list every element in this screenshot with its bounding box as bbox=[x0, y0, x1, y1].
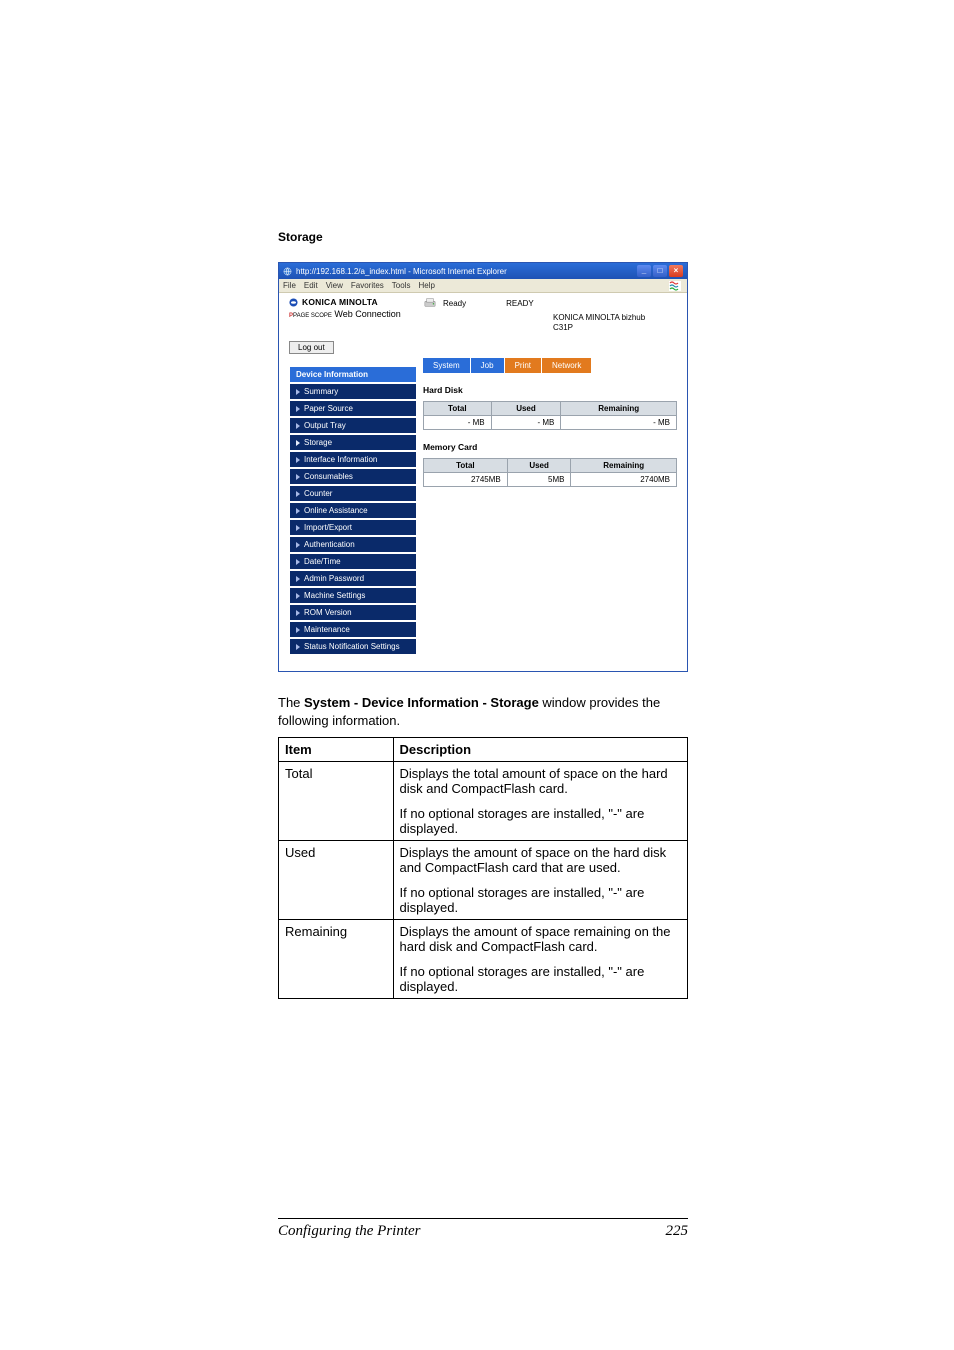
brand-name: KONICA MINOLTA bbox=[302, 297, 378, 307]
menu-edit[interactable]: Edit bbox=[304, 281, 318, 290]
nav-maintenance[interactable]: Maintenance bbox=[289, 621, 417, 638]
hard-disk-table: Total Used Remaining - MB - MB - MB bbox=[423, 401, 677, 430]
menubar: File Edit View Favorites Tools Help bbox=[279, 279, 687, 293]
desc-item-total: Total bbox=[279, 762, 394, 841]
col-total-mc: Total bbox=[424, 458, 508, 472]
desc-desc-remaining: Displays the amount of space remaining o… bbox=[393, 920, 687, 999]
nav-status-notification[interactable]: Status Notification Settings bbox=[289, 638, 417, 655]
tab-print[interactable]: Print bbox=[505, 358, 542, 373]
col-used-mc: Used bbox=[507, 458, 571, 472]
footer-page: 225 bbox=[666, 1223, 689, 1240]
hd-used: - MB bbox=[491, 415, 561, 429]
nav-interface-info[interactable]: Interface Information bbox=[289, 451, 417, 468]
menu-file[interactable]: File bbox=[283, 281, 296, 290]
maximize-button[interactable]: □ bbox=[653, 265, 667, 277]
ie-icon bbox=[283, 267, 292, 276]
desc-item-remaining: Remaining bbox=[279, 920, 394, 999]
ie-throbber-icon bbox=[667, 280, 683, 292]
tab-network[interactable]: Network bbox=[542, 358, 592, 373]
logout-button[interactable]: Log out bbox=[289, 341, 334, 354]
nav-list: Device Information Summary Paper Source … bbox=[289, 366, 417, 655]
window-controls: _ □ × bbox=[637, 265, 683, 277]
browser-window: http://192.168.1.2/a_index.html - Micros… bbox=[278, 262, 688, 672]
nav-online-assistance[interactable]: Online Assistance bbox=[289, 502, 417, 519]
nav-output-tray[interactable]: Output Tray bbox=[289, 417, 417, 434]
mc-remaining: 2740MB bbox=[571, 472, 677, 486]
menu-favorites[interactable]: Favorites bbox=[351, 281, 384, 290]
menu-tools[interactable]: Tools bbox=[392, 281, 411, 290]
titlebar-text: http://192.168.1.2/a_index.html - Micros… bbox=[296, 267, 507, 276]
status-label: Ready bbox=[443, 299, 466, 308]
menu-view[interactable]: View bbox=[326, 281, 343, 290]
nav-counter[interactable]: Counter bbox=[289, 485, 417, 502]
desc-desc-total: Displays the total amount of space on th… bbox=[393, 762, 687, 841]
nav-date-time[interactable]: Date/Time bbox=[289, 553, 417, 570]
page-footer: Configuring the Printer 225 bbox=[278, 1218, 688, 1240]
tab-row: System Job Print Network bbox=[423, 358, 677, 373]
col-remaining-mc: Remaining bbox=[571, 458, 677, 472]
hd-total: - MB bbox=[424, 415, 492, 429]
nav-machine-settings[interactable]: Machine Settings bbox=[289, 587, 417, 604]
col-total: Total bbox=[424, 401, 492, 415]
brand-subtitle: PPAGE SCOPE Web Connection bbox=[289, 309, 417, 319]
section-heading: Storage bbox=[278, 230, 688, 244]
description-table: Item Description Total Displays the tota… bbox=[278, 737, 688, 999]
mc-total: 2745MB bbox=[424, 472, 508, 486]
close-button[interactable]: × bbox=[669, 265, 683, 277]
nav-consumables[interactable]: Consumables bbox=[289, 468, 417, 485]
titlebar: http://192.168.1.2/a_index.html - Micros… bbox=[279, 263, 687, 279]
menu-help[interactable]: Help bbox=[418, 281, 434, 290]
nav-import-export[interactable]: Import/Export bbox=[289, 519, 417, 536]
nav-paper-source[interactable]: Paper Source bbox=[289, 400, 417, 417]
hard-disk-heading: Hard Disk bbox=[423, 385, 677, 395]
desc-header-item: Item bbox=[279, 738, 394, 762]
printer-status-icon bbox=[423, 297, 437, 309]
memory-card-heading: Memory Card bbox=[423, 442, 677, 452]
brand-logo-icon bbox=[289, 298, 298, 307]
mc-used: 5MB bbox=[507, 472, 571, 486]
minimize-button[interactable]: _ bbox=[637, 265, 651, 277]
device-name: KONICA MINOLTA bizhub C31P bbox=[553, 313, 677, 334]
tab-system[interactable]: System bbox=[423, 358, 471, 373]
nav-summary[interactable]: Summary bbox=[289, 383, 417, 400]
status-value: READY bbox=[506, 299, 534, 308]
col-used: Used bbox=[491, 401, 561, 415]
desc-header-desc: Description bbox=[393, 738, 687, 762]
hd-remaining: - MB bbox=[561, 415, 677, 429]
intro-paragraph: The System - Device Information - Storag… bbox=[278, 694, 688, 729]
col-remaining: Remaining bbox=[561, 401, 677, 415]
desc-desc-used: Displays the amount of space on the hard… bbox=[393, 841, 687, 920]
nav-storage[interactable]: Storage bbox=[289, 434, 417, 451]
desc-item-used: Used bbox=[279, 841, 394, 920]
footer-title: Configuring the Printer bbox=[278, 1223, 421, 1240]
nav-admin-password[interactable]: Admin Password bbox=[289, 570, 417, 587]
memory-card-table: Total Used Remaining 2745MB 5MB 2740MB bbox=[423, 458, 677, 487]
tab-job[interactable]: Job bbox=[471, 358, 505, 373]
nav-header: Device Information bbox=[289, 366, 417, 383]
nav-rom-version[interactable]: ROM Version bbox=[289, 604, 417, 621]
nav-authentication[interactable]: Authentication bbox=[289, 536, 417, 553]
